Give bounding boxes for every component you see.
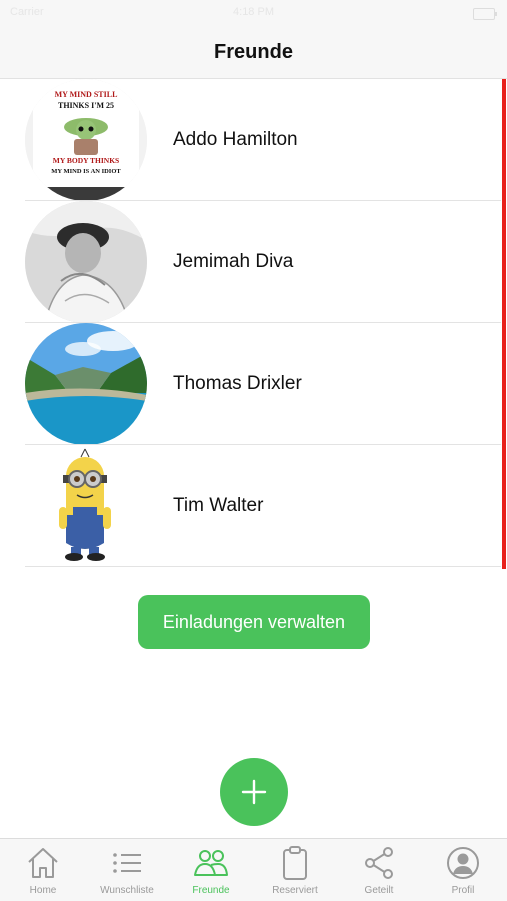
tab-freunde[interactable]: Freunde <box>169 839 253 901</box>
battery-icon <box>473 8 497 20</box>
avatar <box>25 445 147 567</box>
tab-label: Freunde <box>192 885 230 896</box>
tab-label: Profil <box>451 885 475 896</box>
mug-text-line-1: MY MIND STILL <box>55 90 118 99</box>
friend-row-addo-hamilton[interactable]: MY MIND STILL THINKS I'M 25 MY BODY THIN… <box>0 79 507 201</box>
list-icon <box>113 853 141 873</box>
clipboard-icon <box>283 846 307 880</box>
friend-name: Tim Walter <box>173 495 264 516</box>
scroll-indicator[interactable] <box>502 79 506 569</box>
navigation-bar: Freunde <box>0 28 507 79</box>
tab-wunschliste[interactable]: Wunschliste <box>85 839 169 901</box>
share-icon <box>365 847 393 879</box>
avatar <box>25 201 147 323</box>
friend-name: Thomas Drixler <box>173 373 302 394</box>
tab-label: Geteilt <box>364 885 394 896</box>
friends-list: MY MIND STILL THINKS I'M 25 MY BODY THIN… <box>0 79 507 567</box>
manage-invitations-button[interactable]: Einladungen verwalten <box>138 595 370 649</box>
mug-text-line-2: THINKS I'M 25 <box>58 101 114 110</box>
tab-reserviert[interactable]: Reserviert <box>253 839 337 901</box>
tab-home[interactable]: Home <box>1 839 85 901</box>
friend-row-tim-walter[interactable]: Tim Walter <box>0 445 507 567</box>
friend-name: Jemimah Diva <box>173 251 294 272</box>
tab-bar: Home Wunschliste Freunde Reserviert Gete… <box>0 838 507 901</box>
friend-row-thomas-drixler[interactable]: Thomas Drixler <box>0 323 507 445</box>
row-divider <box>25 566 501 567</box>
plus-icon <box>241 779 267 805</box>
status-bar: Carrier 4:18 PM <box>0 0 507 28</box>
friends-icon <box>194 850 228 876</box>
tab-label: Home <box>29 885 57 896</box>
page-title: Freunde <box>214 41 293 63</box>
tab-geteilt[interactable]: Geteilt <box>337 839 421 901</box>
avatar <box>25 323 147 445</box>
friend-row-jemimah-diva[interactable]: Jemimah Diva <box>0 201 507 323</box>
avatar: MY MIND STILL THINKS I'M 25 MY BODY THIN… <box>25 79 147 201</box>
tab-label: Wunschliste <box>100 885 154 896</box>
profile-icon <box>447 847 479 879</box>
friend-name: Addo Hamilton <box>173 129 298 150</box>
home-icon <box>28 848 58 878</box>
add-friend-button[interactable] <box>220 758 288 826</box>
status-time: 4:18 PM <box>233 6 274 18</box>
tab-profil[interactable]: Profil <box>421 839 505 901</box>
mug-text-line-3: MY BODY THINKS <box>53 156 119 165</box>
tab-label: Reserviert <box>272 885 318 896</box>
mug-text-line-4: MY MIND IS AN IDIOT <box>51 168 121 175</box>
